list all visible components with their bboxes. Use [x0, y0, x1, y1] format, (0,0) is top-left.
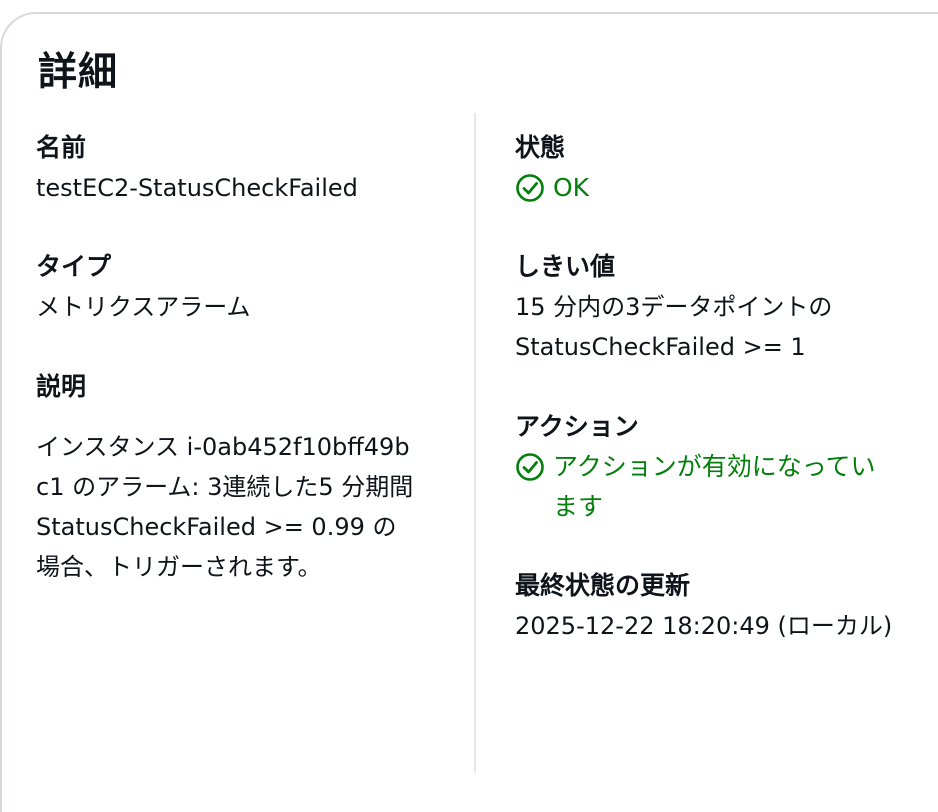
field-type-value: メトリクスアラーム: [36, 293, 251, 321]
state-status: OK: [515, 168, 915, 208]
field-actions: アクション アクションが有効になっています: [515, 407, 915, 527]
check-circle-icon: [515, 447, 545, 487]
field-name: 名前 testEC2-StatusCheckFailed: [36, 128, 436, 208]
field-type-label: タイプ: [36, 252, 112, 281]
field-state: 状態 OK: [515, 128, 915, 208]
field-name-value: testEC2-StatusCheckFailed: [36, 174, 358, 202]
field-description-label: 説明: [36, 372, 87, 401]
check-circle-icon: [515, 168, 545, 208]
field-threshold: しきい値 15 分内の3データポイントの StatusCheckFailed >…: [515, 247, 915, 367]
actions-status: アクションが有効になっています: [515, 447, 900, 527]
state-value: OK: [553, 173, 590, 202]
field-threshold-value: 15 分内の3データポイントの StatusCheckFailed >= 1: [515, 293, 833, 361]
field-last-updated-value: 2025-12-22 18:20:49 (ローカル): [515, 612, 893, 640]
actions-value: アクションが有効になっています: [553, 452, 876, 521]
field-type: タイプ メトリクスアラーム: [36, 247, 436, 327]
field-threshold-label: しきい値: [515, 252, 616, 281]
field-description-value: インスタンス i-0ab452f10bff49bc1 のアラーム: 3連続した5…: [36, 433, 414, 581]
field-name-label: 名前: [36, 133, 87, 162]
column-divider: [474, 113, 476, 773]
field-last-updated-label: 最終状態の更新: [515, 571, 691, 600]
field-description: 説明 インスタンス i-0ab452f10bff49bc1 のアラーム: 3連続…: [36, 367, 416, 587]
panel-title: 詳細: [38, 50, 119, 95]
field-last-updated: 最終状態の更新 2025-12-22 18:20:49 (ローカル): [515, 566, 915, 646]
field-state-label: 状態: [515, 133, 566, 162]
field-actions-label: アクション: [515, 412, 639, 441]
